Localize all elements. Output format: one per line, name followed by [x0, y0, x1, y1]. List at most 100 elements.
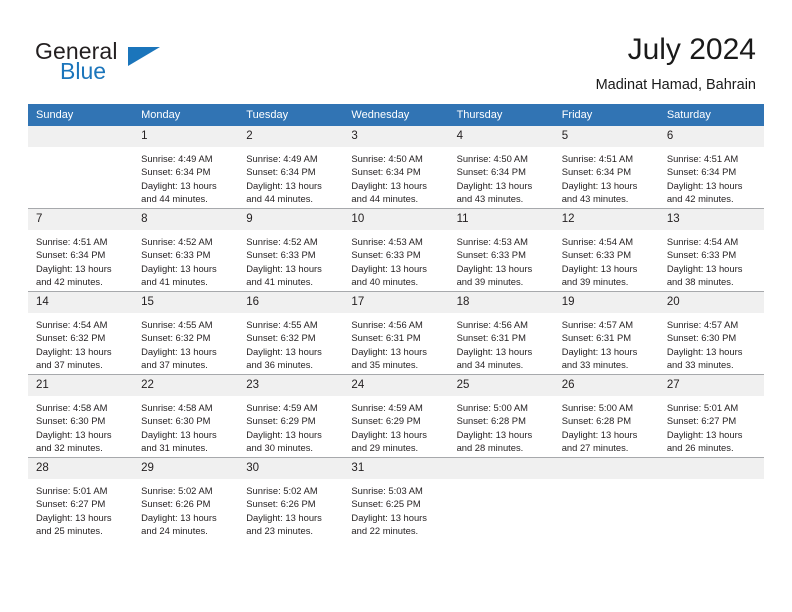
calendar-day-cell[interactable]: 6 Sunrise: 4:51 AM Sunset: 6:34 PM Daylight…: [658, 126, 764, 209]
daylight-text: and 40 minutes.: [351, 275, 419, 287]
sunrise-text: Sunrise: 4:54 AM: [666, 236, 739, 247]
sunrise-text: Sunrise: 4:57 AM: [666, 319, 739, 330]
day-details: Sunrise: 4:54 AM Sunset: 6:32 PM Daylight:…: [28, 313, 133, 371]
daylight-text: Daylight: 13 hours: [246, 262, 322, 274]
day-details: Sunrise: 4:55 AM Sunset: 6:32 PM Daylight:…: [238, 313, 343, 371]
calendar-day-cell[interactable]: 2 Sunrise: 4:49 AM Sunset: 6:34 PM Daylight…: [238, 126, 344, 209]
day-number: 25: [448, 375, 554, 396]
daylight-text: Daylight: 13 hours: [561, 262, 638, 274]
day-number: 8: [133, 209, 239, 230]
calendar-day-cell[interactable]: 9 Sunrise: 4:52 AM Sunset: 6:33 PM Daylight…: [238, 208, 344, 292]
day-number: 1: [133, 126, 239, 147]
sunrise-text: Sunrise: 4:53 AM: [351, 236, 423, 247]
general-blue-logo: General Blue: [35, 38, 235, 88]
day-details: Sunrise: 4:49 AM Sunset: 6:34 PM Daylight:…: [238, 147, 343, 205]
daylight-text: Daylight: 13 hours: [141, 345, 217, 357]
calendar-day-cell[interactable]: 11 Sunrise: 4:53 AM Sunset: 6:33 PM Dayligh…: [448, 208, 554, 292]
day-details: [554, 479, 659, 484]
calendar-day-cell[interactable]: 3 Sunrise: 4:50 AM Sunset: 6:34 PM Daylight…: [343, 126, 449, 209]
day-details: Sunrise: 4:56 AM Sunset: 6:31 PM Daylight:…: [449, 313, 554, 371]
sunset-text: Sunset: 6:29 PM: [246, 415, 316, 427]
day-details: Sunrise: 4:49 AM Sunset: 6:34 PM Daylight:…: [133, 147, 238, 205]
calendar-day-cell[interactable]: 16 Sunrise: 4:55 AM Sunset: 6:32 PM Dayligh…: [238, 291, 344, 375]
calendar-day-cell[interactable]: 14 Sunrise: 4:54 AM Sunset: 6:32 PM Dayligh…: [28, 291, 134, 375]
sunset-text: Sunset: 6:34 PM: [666, 166, 737, 178]
day-number: 29: [133, 458, 239, 479]
daylight-text: and 32 minutes.: [36, 441, 103, 453]
day-number: 10: [343, 209, 449, 230]
sunset-text: Sunset: 6:34 PM: [456, 166, 526, 178]
day-number: 9: [238, 209, 344, 230]
weekday-header-sunday: Sunday: [28, 104, 134, 126]
daylight-text: Daylight: 13 hours: [141, 262, 217, 274]
calendar-day-cell[interactable]: 18 Sunrise: 4:56 AM Sunset: 6:31 PM Dayligh…: [448, 291, 554, 375]
calendar-day-cell[interactable]: 4 Sunrise: 4:50 AM Sunset: 6:34 PM Daylight…: [448, 126, 554, 209]
calendar-day-cell[interactable]: 15 Sunrise: 4:55 AM Sunset: 6:32 PM Dayligh…: [133, 291, 239, 375]
calendar-empty-cell: [28, 126, 134, 209]
sunrise-text: Sunrise: 4:52 AM: [246, 236, 318, 247]
calendar-day-cell[interactable]: 24 Sunrise: 4:59 AM Sunset: 6:29 PM Dayligh…: [343, 374, 449, 458]
daylight-text: and 23 minutes.: [246, 524, 313, 536]
daylight-text: Daylight: 13 hours: [141, 428, 217, 440]
calendar-day-cell[interactable]: 26 Sunrise: 5:00 AM Sunset: 6:28 PM Dayligh…: [553, 374, 659, 458]
day-details: Sunrise: 4:50 AM Sunset: 6:34 PM Daylight:…: [449, 147, 554, 205]
calendar-empty-cell: [658, 457, 764, 540]
sunrise-text: Sunrise: 4:51 AM: [36, 236, 108, 247]
daylight-text: Daylight: 13 hours: [561, 345, 638, 357]
calendar-day-cell[interactable]: 7 Sunrise: 4:51 AM Sunset: 6:34 PM Daylight…: [28, 208, 134, 292]
page-header: General Blue July 2024 Madinat Hamad, Ba…: [0, 0, 792, 102]
day-details: Sunrise: 4:59 AM Sunset: 6:29 PM Daylight:…: [238, 396, 343, 454]
calendar-day-cell[interactable]: 30 Sunrise: 5:02 AM Sunset: 6:26 PM Dayligh…: [238, 457, 344, 540]
sunset-text: Sunset: 6:28 PM: [561, 415, 632, 427]
weekday-header-tuesday: Tuesday: [238, 104, 344, 126]
calendar-day-cell[interactable]: 29 Sunrise: 5:02 AM Sunset: 6:26 PM Dayligh…: [133, 457, 239, 540]
daylight-text: and 44 minutes.: [351, 192, 419, 204]
daylight-text: and 39 minutes.: [456, 275, 524, 287]
calendar-day-cell[interactable]: 22 Sunrise: 4:58 AM Sunset: 6:30 PM Dayligh…: [133, 374, 239, 458]
day-number: [553, 458, 659, 479]
sunrise-text: Sunrise: 4:57 AM: [561, 319, 634, 330]
calendar-day-cell[interactable]: 5 Sunrise: 4:51 AM Sunset: 6:34 PM Daylight…: [553, 126, 659, 209]
day-details: Sunrise: 4:56 AM Sunset: 6:31 PM Daylight:…: [343, 313, 448, 371]
sunrise-text: Sunrise: 4:55 AM: [141, 319, 213, 330]
day-details: [659, 479, 764, 484]
day-number: [658, 458, 764, 479]
calendar-day-cell[interactable]: 13 Sunrise: 4:54 AM Sunset: 6:33 PM Dayligh…: [658, 208, 764, 292]
sunrise-text: Sunrise: 5:03 AM: [351, 485, 423, 496]
sunrise-text: Sunrise: 5:02 AM: [141, 485, 213, 496]
day-details: [28, 147, 133, 152]
calendar-day-cell[interactable]: 17 Sunrise: 4:56 AM Sunset: 6:31 PM Dayligh…: [343, 291, 449, 375]
calendar-day-cell[interactable]: 31 Sunrise: 5:03 AM Sunset: 6:25 PM Dayligh…: [343, 457, 449, 540]
sunset-text: Sunset: 6:33 PM: [246, 249, 316, 261]
calendar-day-cell[interactable]: 12 Sunrise: 4:54 AM Sunset: 6:33 PM Dayligh…: [553, 208, 659, 292]
day-details: Sunrise: 5:00 AM Sunset: 6:28 PM Daylight:…: [554, 396, 659, 454]
calendar-body: 1 Sunrise: 4:49 AM Sunset: 6:34 PM Daylight…: [28, 126, 764, 540]
day-number: 26: [553, 375, 659, 396]
daylight-text: Daylight: 13 hours: [351, 179, 427, 191]
calendar-day-cell[interactable]: 1 Sunrise: 4:49 AM Sunset: 6:34 PM Daylight…: [133, 126, 239, 209]
daylight-text: and 30 minutes.: [246, 441, 313, 453]
logo-text-blue: Blue: [60, 58, 107, 84]
daylight-text: Daylight: 13 hours: [561, 179, 638, 191]
sunset-text: Sunset: 6:34 PM: [141, 166, 211, 178]
calendar-day-cell[interactable]: 23 Sunrise: 4:59 AM Sunset: 6:29 PM Dayligh…: [238, 374, 344, 458]
daylight-text: and 43 minutes.: [561, 192, 629, 204]
calendar-day-cell[interactable]: 27 Sunrise: 5:01 AM Sunset: 6:27 PM Dayligh…: [658, 374, 764, 458]
calendar-day-cell[interactable]: 21 Sunrise: 4:58 AM Sunset: 6:30 PM Dayligh…: [28, 374, 134, 458]
calendar-day-cell[interactable]: 28 Sunrise: 5:01 AM Sunset: 6:27 PM Dayligh…: [28, 457, 134, 540]
calendar-day-cell[interactable]: 8 Sunrise: 4:52 AM Sunset: 6:33 PM Daylight…: [133, 208, 239, 292]
sunset-text: Sunset: 6:29 PM: [351, 415, 421, 427]
calendar-day-cell[interactable]: 10 Sunrise: 4:53 AM Sunset: 6:33 PM Dayligh…: [343, 208, 449, 292]
calendar-week-row: 28 Sunrise: 5:01 AM Sunset: 6:27 PM Dayligh…: [28, 457, 764, 540]
sunrise-text: Sunrise: 4:54 AM: [561, 236, 634, 247]
day-details: Sunrise: 5:03 AM Sunset: 6:25 PM Daylight:…: [343, 479, 448, 537]
day-details: Sunrise: 4:59 AM Sunset: 6:29 PM Daylight:…: [343, 396, 448, 454]
calendar-day-cell[interactable]: 19 Sunrise: 4:57 AM Sunset: 6:31 PM Dayligh…: [553, 291, 659, 375]
calendar-day-cell[interactable]: 25 Sunrise: 5:00 AM Sunset: 6:28 PM Dayligh…: [448, 374, 554, 458]
sunset-text: Sunset: 6:30 PM: [36, 415, 106, 427]
daylight-text: and 27 minutes.: [561, 441, 629, 453]
sunrise-text: Sunrise: 4:59 AM: [246, 402, 318, 413]
sunrise-text: Sunrise: 4:51 AM: [561, 153, 634, 164]
calendar-day-cell[interactable]: 20 Sunrise: 4:57 AM Sunset: 6:30 PM Dayligh…: [658, 291, 764, 375]
sunrise-text: Sunrise: 4:56 AM: [456, 319, 528, 330]
